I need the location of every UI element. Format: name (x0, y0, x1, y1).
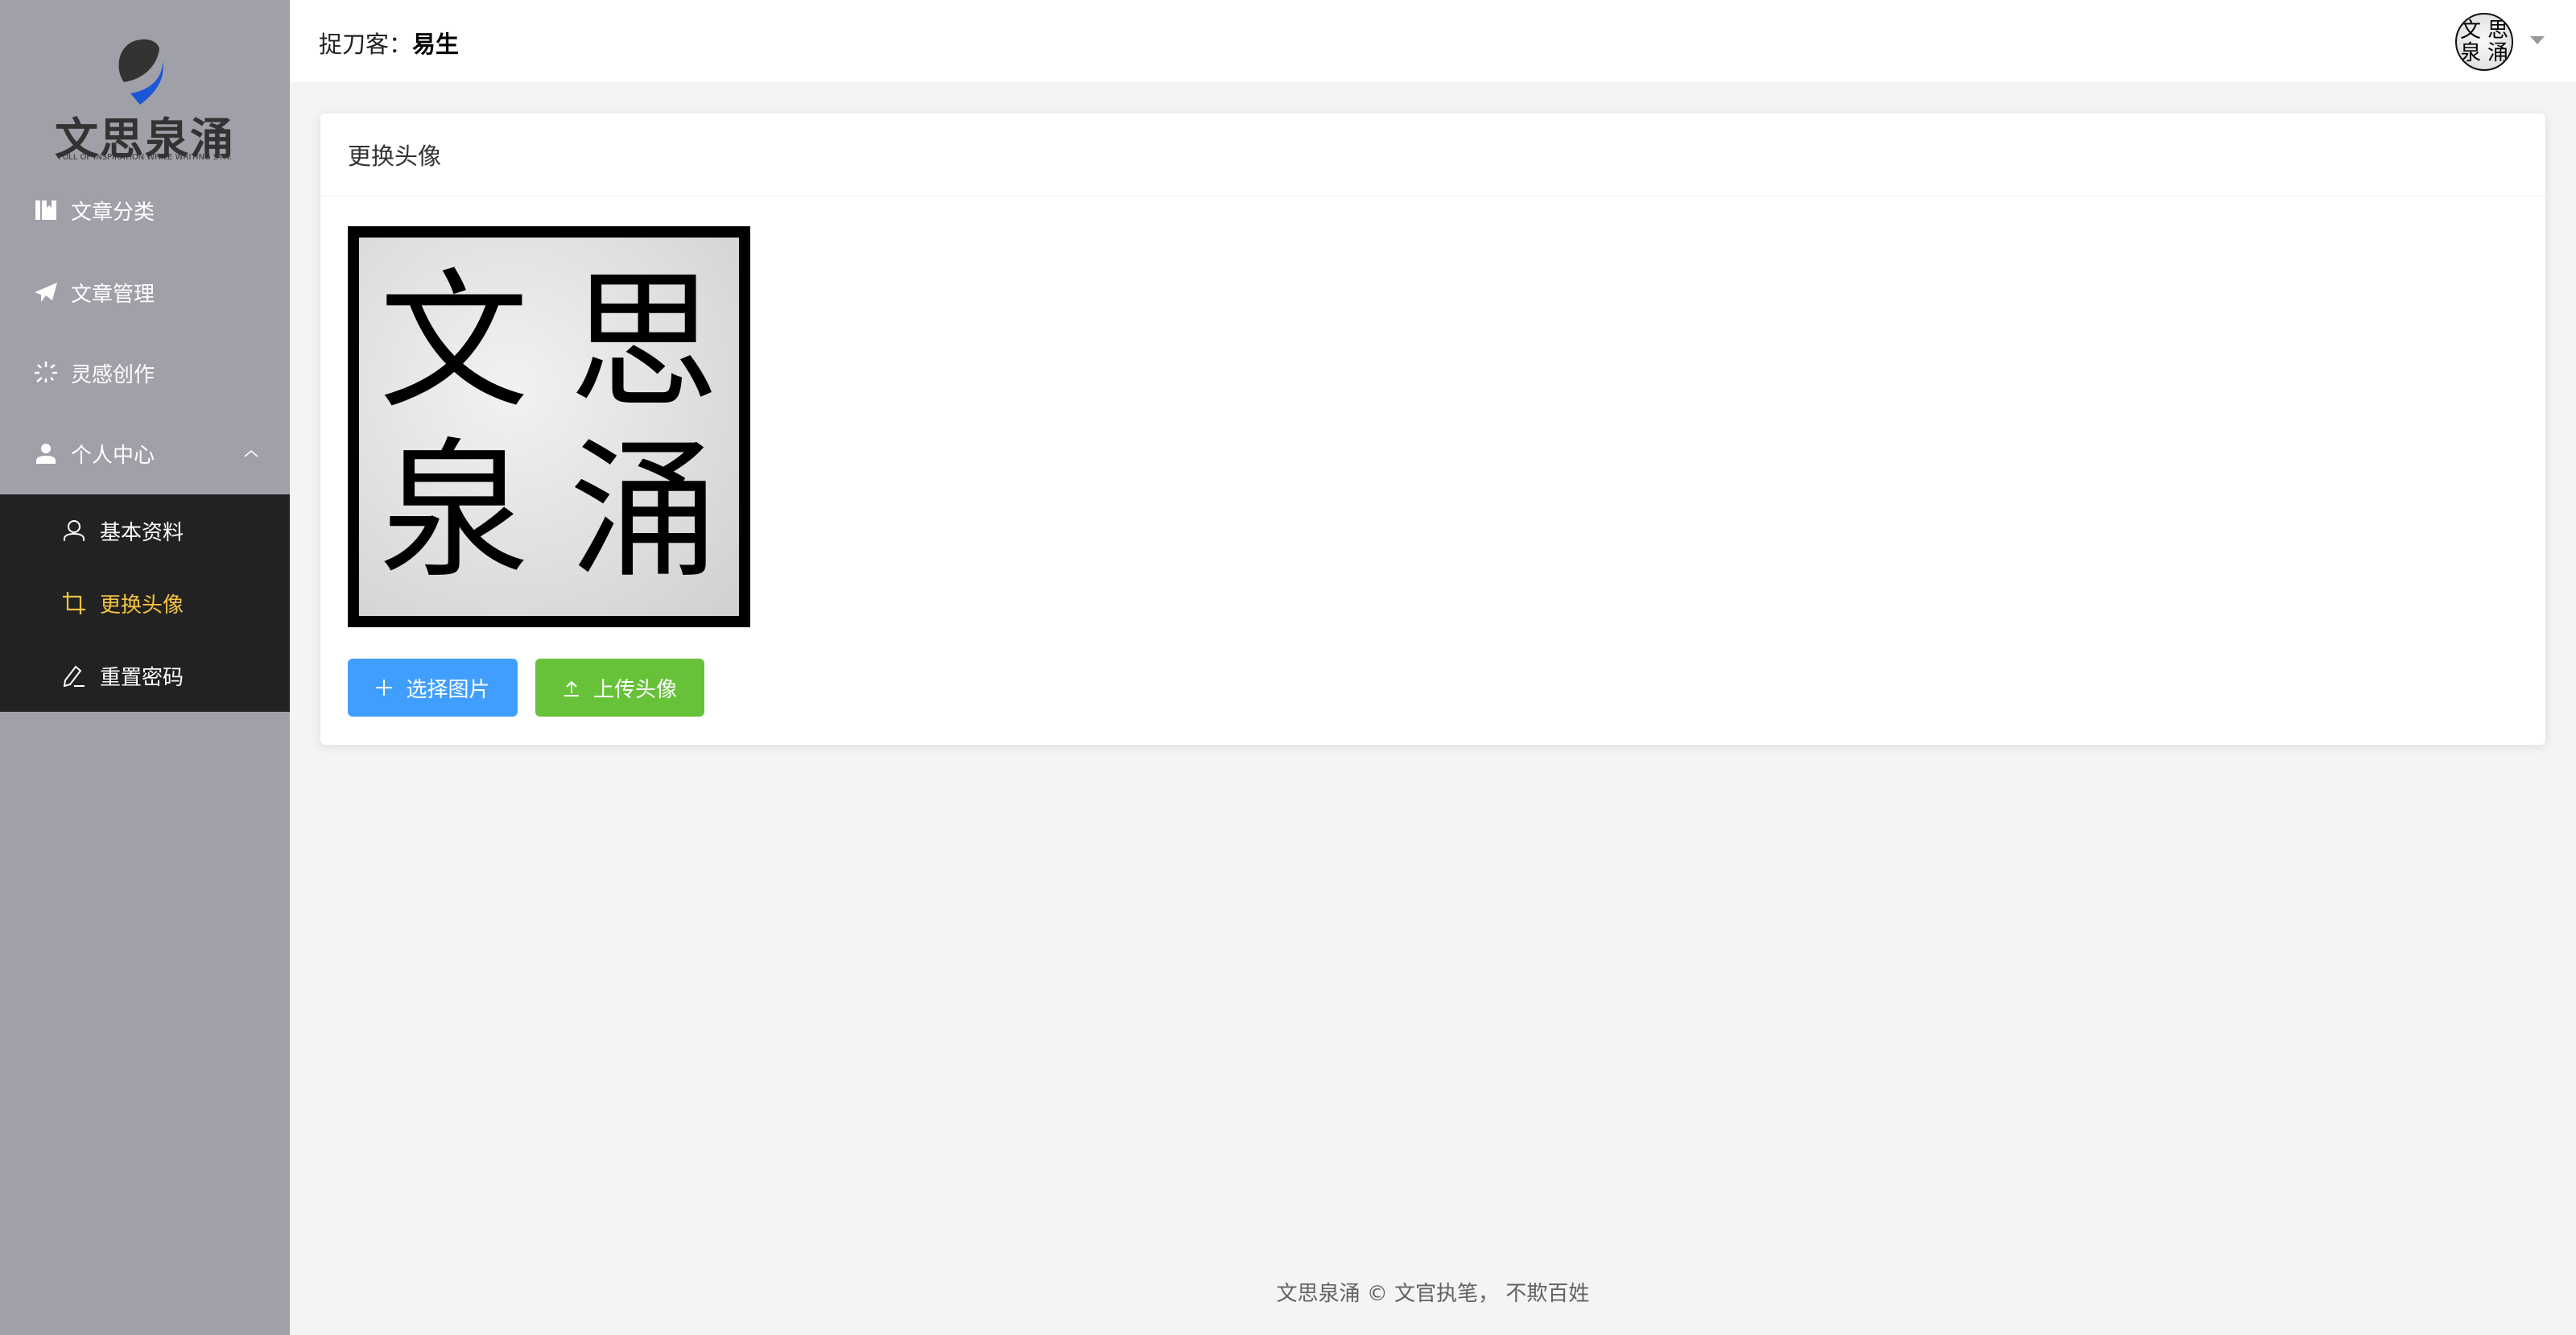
user-outline-icon (64, 520, 85, 541)
upload-avatar-label: 上传头像 (592, 676, 677, 701)
preview-char: 思 (568, 254, 719, 429)
username: 易生 (412, 31, 460, 58)
crop-icon (63, 592, 85, 614)
edit-pen-icon (63, 665, 85, 687)
logo-tagline: FULL OF INSPIRATION WHILE WRITING STH. (58, 153, 232, 162)
avatar-char: 文 (2459, 19, 2481, 43)
sidebar-item-inspiration[interactable]: 灵感创作 (0, 333, 290, 413)
sidebar-item-label: 灵感创作 (71, 362, 155, 387)
preview-char: 涌 (568, 424, 719, 598)
sidebar-item-personal-center[interactable]: 个人中心 (0, 413, 290, 494)
change-avatar-card: 更换头像 文 思 泉 涌 选择图片 上传头像 (320, 114, 2545, 745)
avatar-char: 思 (2487, 19, 2508, 43)
chevron-up-icon (244, 450, 258, 457)
sidebar-item-article-manage[interactable]: 文章管理 (0, 252, 290, 333)
card-title: 更换头像 (320, 114, 2545, 196)
submenu-item-label: 重置密码 (100, 665, 184, 690)
footer-text: 文思泉涌 © 文官执笔， 不欺百姓 (1276, 1282, 1590, 1306)
caret-down-icon[interactable] (2530, 36, 2545, 44)
user-avatar[interactable]: 文 思 泉 涌 (2455, 13, 2513, 71)
avatar-preview: 文 思 泉 涌 (348, 226, 750, 627)
top-header: 捉刀客：易生 (290, 0, 2576, 82)
user-icon (34, 441, 58, 465)
plus-icon (376, 680, 393, 696)
logo-mark-icon (118, 39, 163, 105)
user-greeting: 捉刀客：易生 (319, 26, 459, 60)
avatar-char: 泉 (2459, 41, 2481, 65)
sidebar-item-label: 文章管理 (71, 282, 155, 307)
submenu-item-change-avatar[interactable]: 更换头像 (0, 567, 290, 639)
greeting-prefix: 捉刀客： (319, 31, 413, 58)
book-icon (34, 198, 58, 222)
submenu-item-basic-info[interactable]: 基本资料 (0, 494, 290, 567)
logo: 文思泉涌 FULL OF INSPIRATION WHILE WRITING S… (0, 16, 290, 164)
submenu-personal-center: 基本资料 更换头像 重置密码 (0, 494, 290, 712)
submenu-item-reset-password[interactable]: 重置密码 (0, 639, 290, 712)
select-image-label: 选择图片 (406, 676, 490, 701)
send-icon (34, 280, 58, 304)
preview-char: 泉 (378, 424, 529, 598)
sidebar-item-article-category[interactable]: 文章分类 (0, 170, 290, 250)
upload-avatar-button[interactable]: 上传头像 (535, 659, 704, 717)
upload-icon (564, 680, 579, 696)
submenu-item-label: 基本资料 (100, 520, 184, 545)
avatar-char: 涌 (2487, 41, 2508, 65)
submenu-item-label: 更换头像 (100, 593, 184, 618)
sidebar-item-label: 文章分类 (71, 200, 155, 225)
sidebar-item-label: 个人中心 (71, 443, 155, 468)
sidebar: 文思泉涌 FULL OF INSPIRATION WHILE WRITING S… (0, 0, 290, 1335)
select-image-button[interactable]: 选择图片 (348, 659, 518, 717)
loading-icon (34, 361, 58, 385)
preview-char: 文 (378, 254, 529, 429)
